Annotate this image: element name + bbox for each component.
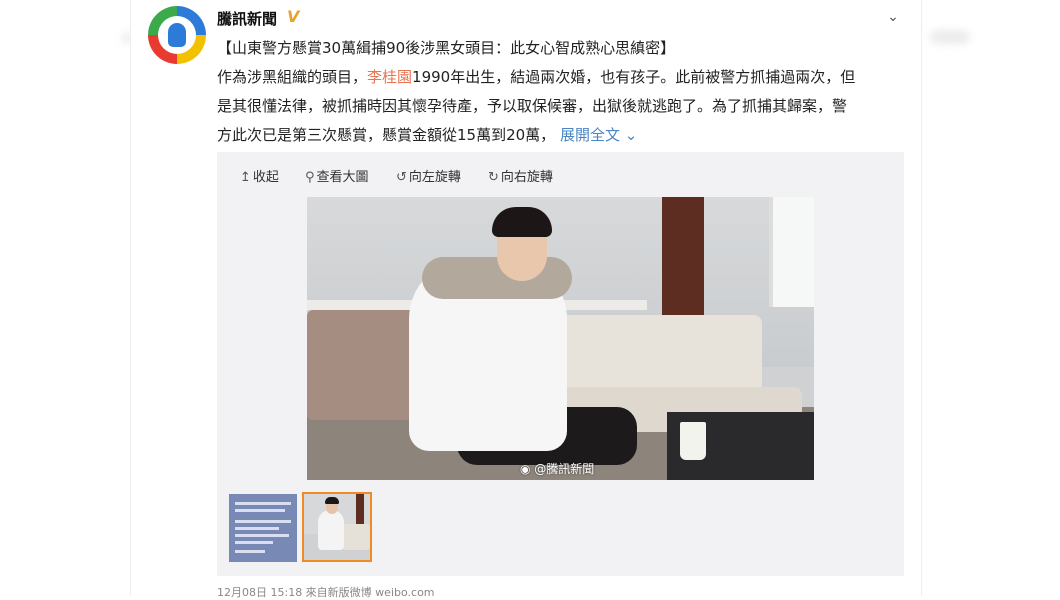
arrow-up-icon: ↥: [240, 170, 251, 185]
thumb-text-line: [235, 502, 291, 505]
image-watermark: ◉ @騰訊新聞: [520, 460, 594, 477]
view-large-label: 查看大圖: [316, 170, 369, 185]
collapse-button[interactable]: ↥ 收起: [240, 166, 279, 185]
thumb-text-line: [235, 534, 289, 537]
body-text: 方此次已是第三次懸賞，懸賞金額從15萬到20萬，: [217, 126, 556, 144]
rotate-right-icon: ↻: [488, 170, 499, 185]
thumb-text-line: [235, 541, 273, 544]
post-timestamp-source: 12月08日 15:18 來自新版微博 weibo.com: [217, 586, 435, 599]
rotate-left-label: 向左旋轉: [408, 170, 461, 185]
chevron-down-icon: ⌄: [619, 126, 638, 144]
person-name-link[interactable]: 李桂園: [367, 68, 412, 86]
expand-full-text-link[interactable]: 展開全文 ⌄: [560, 126, 637, 144]
thumbnail-2-selected[interactable]: [302, 492, 372, 562]
rotate-right-label: 向右旋轉: [500, 170, 553, 185]
rotate-right-button[interactable]: ↻ 向右旋轉: [488, 166, 553, 185]
penguin-logo-icon: [168, 23, 186, 47]
thumb-text-line: [235, 527, 279, 530]
body-text: 1990年出生，結過兩次婚，也有孩子。此前被警方抓捕過兩次，但: [412, 68, 856, 86]
photo-cup: [680, 422, 706, 460]
weibo-logo-icon: ◉: [520, 462, 535, 476]
photo-person-fur-hood: [422, 257, 572, 299]
thumb-photo-person: [318, 510, 344, 550]
rotate-left-icon: ↺: [396, 170, 407, 185]
verified-badge-icon: V: [287, 7, 300, 26]
post-body-line-3: 方此次已是第三次懸賞，懸賞金額從15萬到20萬， 展開全文 ⌄: [217, 124, 637, 145]
rotate-left-button[interactable]: ↺ 向左旋轉: [396, 166, 461, 185]
main-photo[interactable]: [307, 197, 814, 480]
thumbnail-1[interactable]: [229, 494, 297, 562]
body-text: 作為涉黑組織的頭目，: [217, 68, 368, 86]
author-name[interactable]: 騰訊新聞: [217, 8, 277, 29]
photo-window: [769, 197, 814, 307]
author-avatar[interactable]: [148, 6, 206, 64]
magnifier-icon: ⚲: [305, 170, 315, 185]
photo-person-hair: [492, 207, 552, 237]
thumb-text-line: [235, 509, 285, 512]
background-blur-right: [930, 30, 970, 44]
post-headline: 【山東警方懸賞30萬緝捕90後涉黑女頭目：此女心智成熟心思縝密】: [217, 39, 676, 57]
post-body-line-1: 作為涉黑組織的頭目，李桂園1990年出生，結過兩次婚，也有孩子。此前被警方抓捕過…: [217, 66, 855, 87]
thumb-text-line: [235, 550, 265, 553]
thumb-photo-hair: [325, 497, 339, 504]
chevron-down-icon[interactable]: ⌄: [884, 8, 902, 26]
post-body-line-2: 是其很懂法律，被抓捕時因其懷孕待產，予以取保候審，出獄後就逃跑了。為了抓捕其歸案…: [217, 97, 848, 115]
thumb-text-line: [235, 520, 291, 523]
view-large-button[interactable]: ⚲ 查看大圖: [305, 166, 369, 185]
thumb-photo-sofa: [342, 524, 370, 550]
collapse-label: 收起: [252, 170, 279, 185]
watermark-text: @騰訊新聞: [534, 462, 595, 476]
expand-label: 展開全文: [559, 126, 620, 144]
